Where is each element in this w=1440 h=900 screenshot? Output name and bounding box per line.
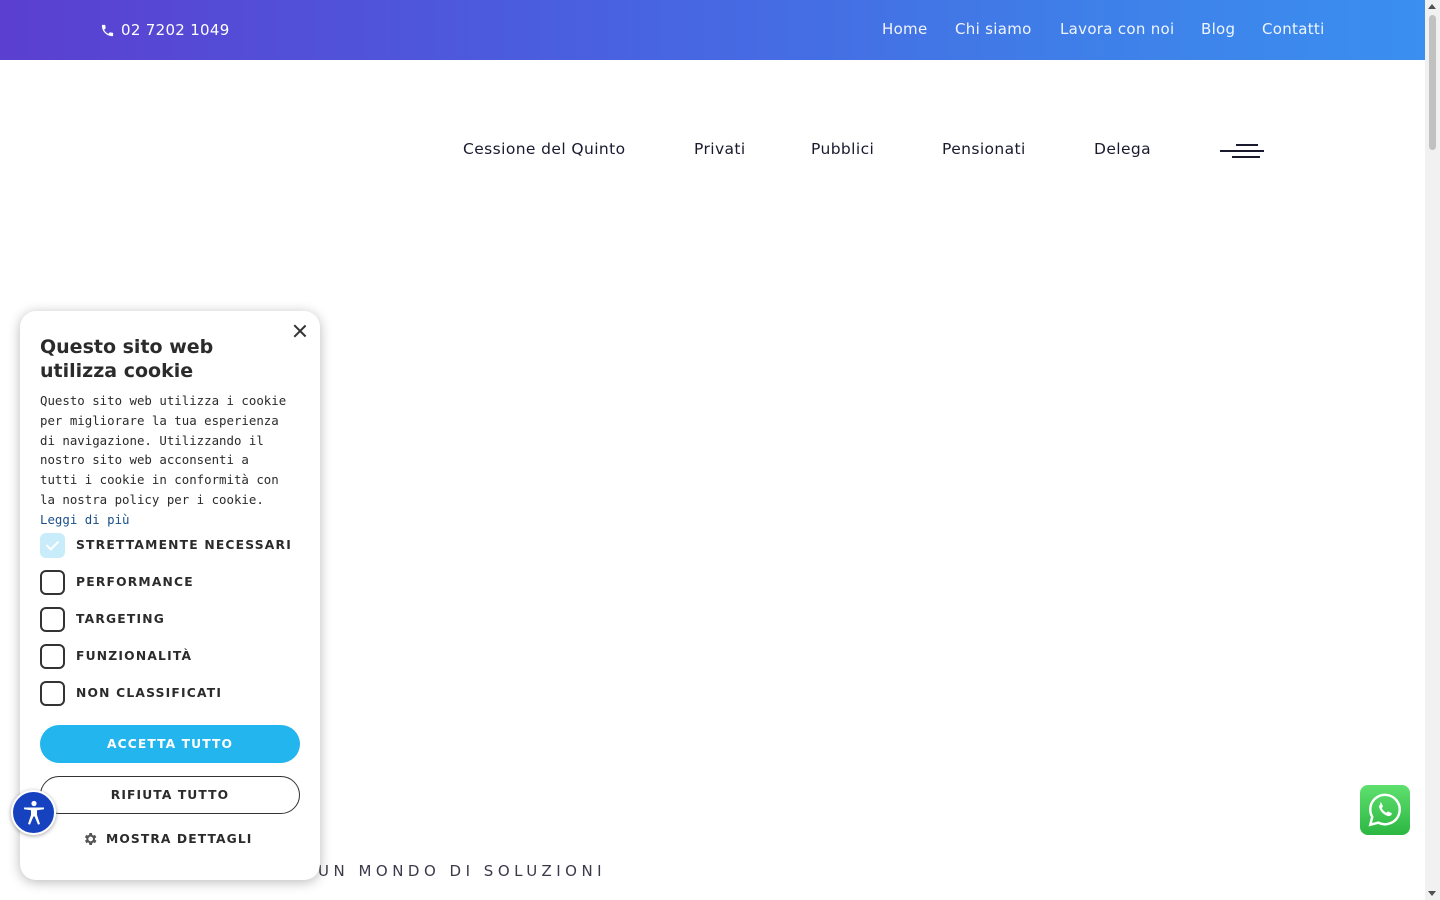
checkbox-necessary[interactable] xyxy=(40,532,65,558)
cookie-text: Questo sito web utilizza i cookie per mi… xyxy=(40,393,287,507)
show-details-button[interactable]: MOSTRA DETTAGLI xyxy=(82,831,252,847)
cookie-description: Questo sito web utilizza i cookie per mi… xyxy=(40,391,290,530)
cookie-option-targeting[interactable]: TARGETING xyxy=(40,606,165,632)
checkbox-targeting[interactable] xyxy=(40,606,65,632)
whatsapp-icon xyxy=(1368,793,1401,827)
page-scrollbar[interactable] xyxy=(1425,0,1440,900)
option-label: PERFORMANCE xyxy=(76,575,194,589)
accessibility-button[interactable] xyxy=(11,790,56,835)
option-label: NON CLASSIFICATI xyxy=(76,686,223,700)
section-tagline: UN MONDO DI SOLUZIONI xyxy=(318,862,607,880)
cookie-read-more-link[interactable]: Leggi di più xyxy=(40,512,130,527)
show-details-label: MOSTRA DETTAGLI xyxy=(106,832,253,846)
scroll-down-arrow-icon[interactable] xyxy=(1428,891,1436,896)
cookie-option-unclassified[interactable]: NON CLASSIFICATI xyxy=(40,680,222,706)
topnav-home[interactable]: Home xyxy=(882,20,928,38)
phone-icon xyxy=(101,24,114,36)
option-label: FUNZIONALITÀ xyxy=(76,649,193,663)
cookie-option-functionality[interactable]: FUNZIONALITÀ xyxy=(40,643,192,669)
whatsapp-button[interactable] xyxy=(1360,785,1410,835)
nav-privati[interactable]: Privati xyxy=(694,140,746,158)
topnav-blog[interactable]: Blog xyxy=(1201,20,1235,38)
accept-all-button[interactable]: ACCETTA TUTTO xyxy=(40,725,300,763)
checkbox-unclassified[interactable] xyxy=(40,680,65,706)
option-label: TARGETING xyxy=(76,612,166,626)
cookie-option-necessary[interactable]: STRETTAMENTE NECESSARI xyxy=(40,532,292,558)
topnav-chi-siamo[interactable]: Chi siamo xyxy=(955,20,1032,38)
checkbox-functionality[interactable] xyxy=(40,643,65,669)
scrollbar-thumb[interactable] xyxy=(1429,15,1436,150)
accessibility-icon xyxy=(23,800,44,825)
option-label: STRETTAMENTE NECESSARI xyxy=(76,538,292,552)
scroll-up-arrow-icon[interactable] xyxy=(1428,4,1436,9)
nav-pubblici[interactable]: Pubblici xyxy=(811,140,874,158)
nav-pensionati[interactable]: Pensionati xyxy=(942,140,1026,158)
cookie-title: Questo sito web utilizza cookie xyxy=(40,336,214,382)
nav-cessione-del-quinto[interactable]: Cessione del Quinto xyxy=(463,140,626,158)
phone-link[interactable]: 02 7202 1049 xyxy=(100,0,230,60)
phone-number: 02 7202 1049 xyxy=(121,21,230,39)
cookie-consent-panel: Questo sito web utilizza cookie Questo s… xyxy=(20,311,320,880)
gear-icon xyxy=(84,833,97,845)
topnav-lavora-con-noi[interactable]: Lavora con noi xyxy=(1060,20,1174,38)
close-icon[interactable] xyxy=(292,323,308,339)
topnav-contatti[interactable]: Contatti xyxy=(1262,20,1325,38)
hamburger-menu-icon[interactable] xyxy=(1220,140,1264,162)
nav-delega[interactable]: Delega xyxy=(1094,140,1151,158)
top-bar: 02 7202 1049 Home Chi siamo Lavora con n… xyxy=(0,0,1425,60)
checkbox-performance[interactable] xyxy=(40,569,65,595)
reject-all-button[interactable]: RIFIUTA TUTTO xyxy=(40,776,300,814)
cookie-option-performance[interactable]: PERFORMANCE xyxy=(40,569,194,595)
